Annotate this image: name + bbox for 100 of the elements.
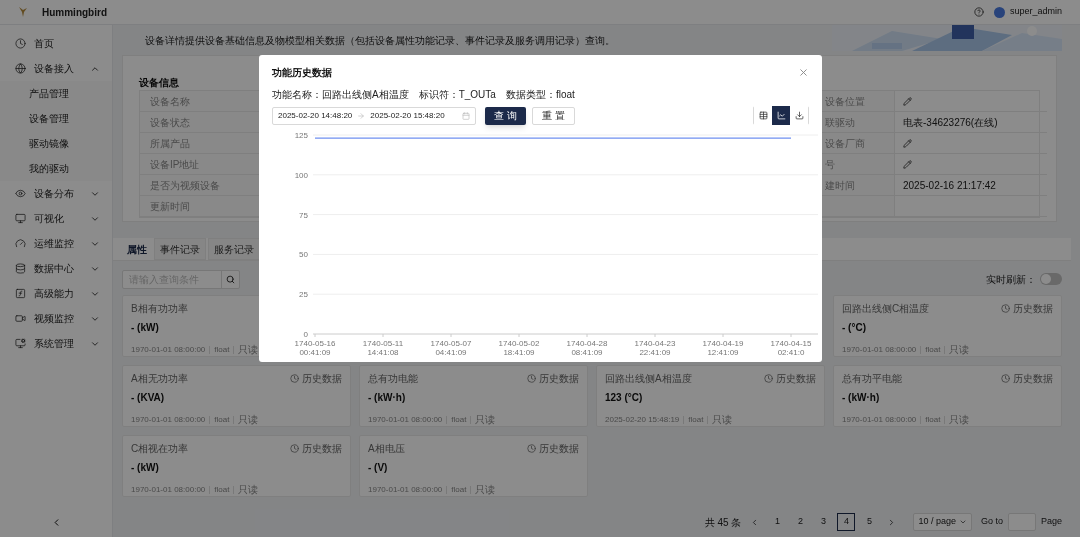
field-info: 功能名称：回路出线侧A相温度: [272, 88, 409, 102]
eye-icon: [15, 188, 26, 199]
end-date: 2025-02-20 15:48:20: [370, 109, 445, 122]
sidebar-item[interactable]: 设备接入: [0, 56, 112, 81]
clock-icon: [290, 443, 299, 453]
y-tick-label: 50: [299, 250, 308, 260]
page-label: Page: [1040, 515, 1062, 529]
section-title: 设备信息: [139, 77, 179, 88]
x-tick-label: 1740-04-23 22:41:09: [634, 339, 676, 357]
clock-icon: [527, 443, 536, 453]
avatar[interactable]: [993, 6, 1005, 18]
close-icon[interactable]: [798, 67, 809, 78]
sidebar-item[interactable]: 系统管理: [0, 331, 112, 356]
sidebar-subitem[interactable]: 驱动镜像: [0, 131, 112, 156]
data-type: float: [214, 483, 230, 496]
date-range-field[interactable]: 2025-02-20 14:48:20 2025-02-20 15:48:20: [272, 106, 476, 125]
edit-icon[interactable]: [903, 159, 912, 169]
clock-icon: [527, 373, 536, 383]
clock-icon: [1001, 303, 1010, 313]
property-name: 回路出线侧A相温度: [605, 371, 692, 386]
property-value: - (kW·h): [842, 391, 880, 405]
arrow-icon: [357, 111, 366, 120]
field-info: 标识符：T_OUTa: [418, 88, 496, 102]
sidebar-item[interactable]: 运维监控: [0, 231, 112, 256]
sidebar-item[interactable]: 数据中心: [0, 256, 112, 281]
history-link[interactable]: 历史数据: [527, 440, 579, 456]
data-type: float: [214, 343, 230, 356]
history-link[interactable]: 历史数据: [527, 370, 579, 386]
property-value: - (V): [368, 461, 388, 475]
y-tick-label: 25: [299, 290, 308, 300]
history-link[interactable]: 历史数据: [290, 440, 342, 456]
page-number[interactable]: 3: [814, 513, 833, 531]
property-name: A相电压: [368, 441, 405, 456]
x-tick-label: 1740-04-28 08:41:09: [566, 339, 608, 357]
user-name[interactable]: super_admin: [1009, 5, 1062, 19]
sidebar-subitem[interactable]: 我的驱动: [0, 156, 112, 181]
page-number[interactable]: 4: [837, 513, 856, 531]
realtime-switch[interactable]: [1040, 273, 1062, 285]
edit-icon[interactable]: [903, 138, 912, 148]
y-tick-label: 100: [294, 170, 308, 180]
data-type: float: [451, 483, 467, 496]
history-link[interactable]: 历史数据: [1001, 370, 1053, 386]
table-icon: [758, 111, 768, 120]
history-link[interactable]: 历史数据: [1001, 300, 1053, 316]
line-chart-button[interactable]: [772, 106, 790, 125]
info-value: 电表-34623276(在线): [903, 115, 998, 130]
query-button[interactable]: 查 询: [485, 106, 526, 125]
page-size-select[interactable]: 10 / page: [913, 513, 972, 531]
y-tick-label: 125: [294, 131, 308, 140]
help-icon[interactable]: [973, 7, 984, 17]
chevron-down-icon: [958, 518, 967, 526]
bird-logo-icon: [18, 6, 28, 18]
page-number[interactable]: 5: [860, 513, 879, 531]
brand-name: Hummingbird: [42, 5, 107, 20]
field-info: 数据类型：float: [505, 88, 575, 102]
reset-button[interactable]: 重 置: [531, 106, 575, 125]
data-type: float: [451, 413, 467, 426]
database-icon: [15, 263, 26, 274]
y-tick-label: 0: [303, 330, 308, 339]
property-value: - (°C): [842, 321, 866, 335]
search-icon[interactable]: [226, 274, 235, 284]
sidebar-item[interactable]: 可视化: [0, 206, 112, 231]
function-icon: [15, 288, 26, 299]
realtime-label: 实时刷新：: [986, 272, 1036, 287]
calendar-icon: [462, 111, 470, 120]
property-name: B相有功功率: [131, 301, 188, 316]
access-mode: 只读: [949, 413, 970, 427]
clock-icon: [15, 38, 26, 49]
sidebar-subitem[interactable]: 产品管理: [0, 81, 112, 106]
property-value: - (kW·h): [368, 391, 406, 405]
history-link[interactable]: 历史数据: [290, 370, 342, 386]
data-type: float: [925, 413, 941, 426]
x-tick-label: 1740-04-19 12:41:09: [702, 339, 744, 357]
x-tick-label: 1740-05-11 14:41:08: [362, 339, 404, 357]
data-type: float: [688, 413, 704, 426]
property-value: - (kW): [131, 461, 159, 475]
sidebar-item[interactable]: 高级能力: [0, 281, 112, 306]
tab[interactable]: 事件记录: [154, 238, 206, 260]
access-mode: 只读: [475, 483, 496, 497]
dialog-title: 功能历史数据: [272, 66, 332, 80]
history-link[interactable]: 历史数据: [764, 370, 816, 386]
start-date: 2025-02-20 14:48:20: [278, 109, 353, 122]
access-mode: 只读: [949, 343, 970, 357]
info-value: 2025-02-16 21:17:42: [903, 178, 996, 193]
tab[interactable]: 服务记录: [208, 238, 260, 260]
sidebar-item[interactable]: 视频监控: [0, 306, 112, 331]
page-number[interactable]: 1: [768, 513, 787, 531]
access-mode: 只读: [712, 413, 733, 427]
sidebar-item[interactable]: 首页: [0, 31, 112, 56]
monitor-icon: [15, 213, 26, 224]
property-name: 总有功电能: [368, 371, 418, 386]
sidebar-subitem[interactable]: 设备管理: [0, 106, 112, 131]
property-name: A相无功功率: [131, 371, 188, 386]
sidebar-item[interactable]: 设备分布: [0, 181, 112, 206]
edit-icon[interactable]: [903, 96, 912, 106]
x-tick-label: 1740-04-15 02:41:0: [770, 339, 812, 357]
monitor-icon: [15, 338, 26, 349]
globe-icon: [15, 63, 26, 74]
clock-icon: [764, 373, 773, 383]
page-number[interactable]: 2: [791, 513, 810, 531]
